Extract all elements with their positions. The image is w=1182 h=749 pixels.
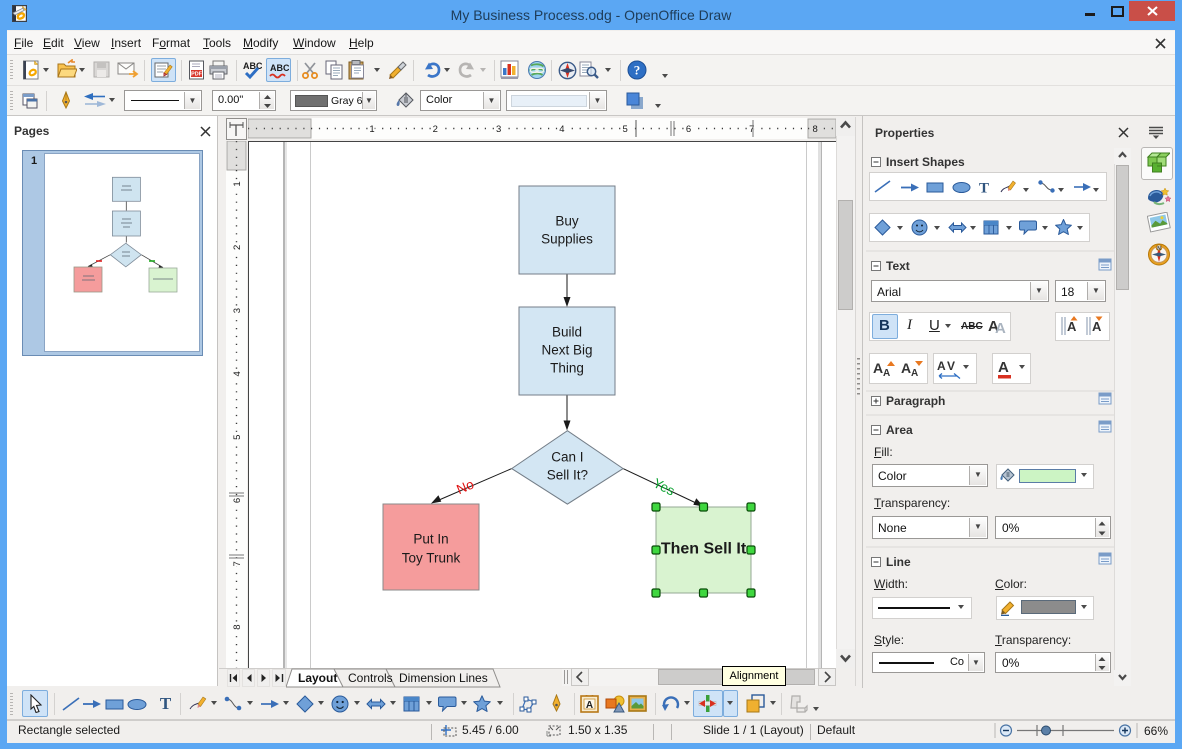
svg-text:T: T (979, 181, 989, 195)
svg-text:Buy: Buy (555, 214, 579, 229)
svg-text:A: A (937, 359, 946, 373)
svg-text:5: 5 (232, 435, 243, 440)
svg-text:1: 1 (369, 124, 374, 135)
svg-text:4: 4 (559, 124, 564, 135)
svg-text:Dimension Lines: Dimension Lines (399, 671, 488, 685)
svg-text:A: A (873, 360, 883, 376)
svg-text:ABC: ABC (243, 61, 262, 71)
svg-text:Sell It?: Sell It? (547, 468, 588, 483)
svg-text:A: A (998, 359, 1009, 376)
svg-text:A: A (995, 320, 1006, 334)
svg-text:1: 1 (232, 181, 243, 186)
svg-text:66%: 66% (1144, 724, 1168, 738)
svg-text:7: 7 (232, 561, 243, 566)
svg-text:6: 6 (686, 124, 691, 135)
svg-text:Supplies: Supplies (541, 232, 593, 247)
svg-text:A: A (1067, 319, 1077, 334)
svg-text:Build: Build (552, 325, 582, 340)
svg-text:Layout: Layout (298, 671, 337, 685)
svg-text:6: 6 (232, 498, 243, 503)
svg-text:5: 5 (623, 124, 628, 135)
svg-text:2: 2 (433, 124, 438, 135)
svg-text:8: 8 (812, 124, 817, 135)
svg-text:1: 1 (31, 155, 37, 167)
svg-text:3: 3 (496, 124, 501, 135)
svg-text:A: A (883, 368, 890, 379)
svg-text:Yes: Yes (651, 475, 678, 498)
svg-text:N: N (1157, 246, 1161, 252)
svg-text:PDF: PDF (191, 72, 202, 78)
svg-text:Put In: Put In (413, 532, 448, 547)
svg-text:Controls: Controls (348, 671, 393, 685)
svg-text:4: 4 (232, 371, 243, 376)
svg-text:Toy Trunk: Toy Trunk (402, 551, 461, 566)
svg-text:V: V (947, 359, 955, 373)
svg-text:T: T (160, 695, 172, 711)
svg-text:A: A (586, 700, 593, 711)
svg-text:7: 7 (749, 124, 754, 135)
svg-text:A: A (901, 360, 911, 376)
svg-text:A: A (1092, 319, 1102, 334)
svg-text:Next Big: Next Big (541, 343, 592, 358)
svg-text:Then Sell It: Then Sell It (661, 541, 747, 558)
svg-text:Can I: Can I (551, 450, 583, 465)
svg-text:3: 3 (232, 308, 243, 313)
svg-text:A: A (911, 368, 918, 379)
svg-text:?: ? (634, 63, 641, 78)
svg-text:8: 8 (232, 624, 243, 629)
svg-text:2: 2 (232, 245, 243, 250)
svg-text:Thing: Thing (550, 361, 584, 376)
svg-text:No: No (454, 477, 476, 498)
svg-text:ABC: ABC (270, 63, 289, 73)
